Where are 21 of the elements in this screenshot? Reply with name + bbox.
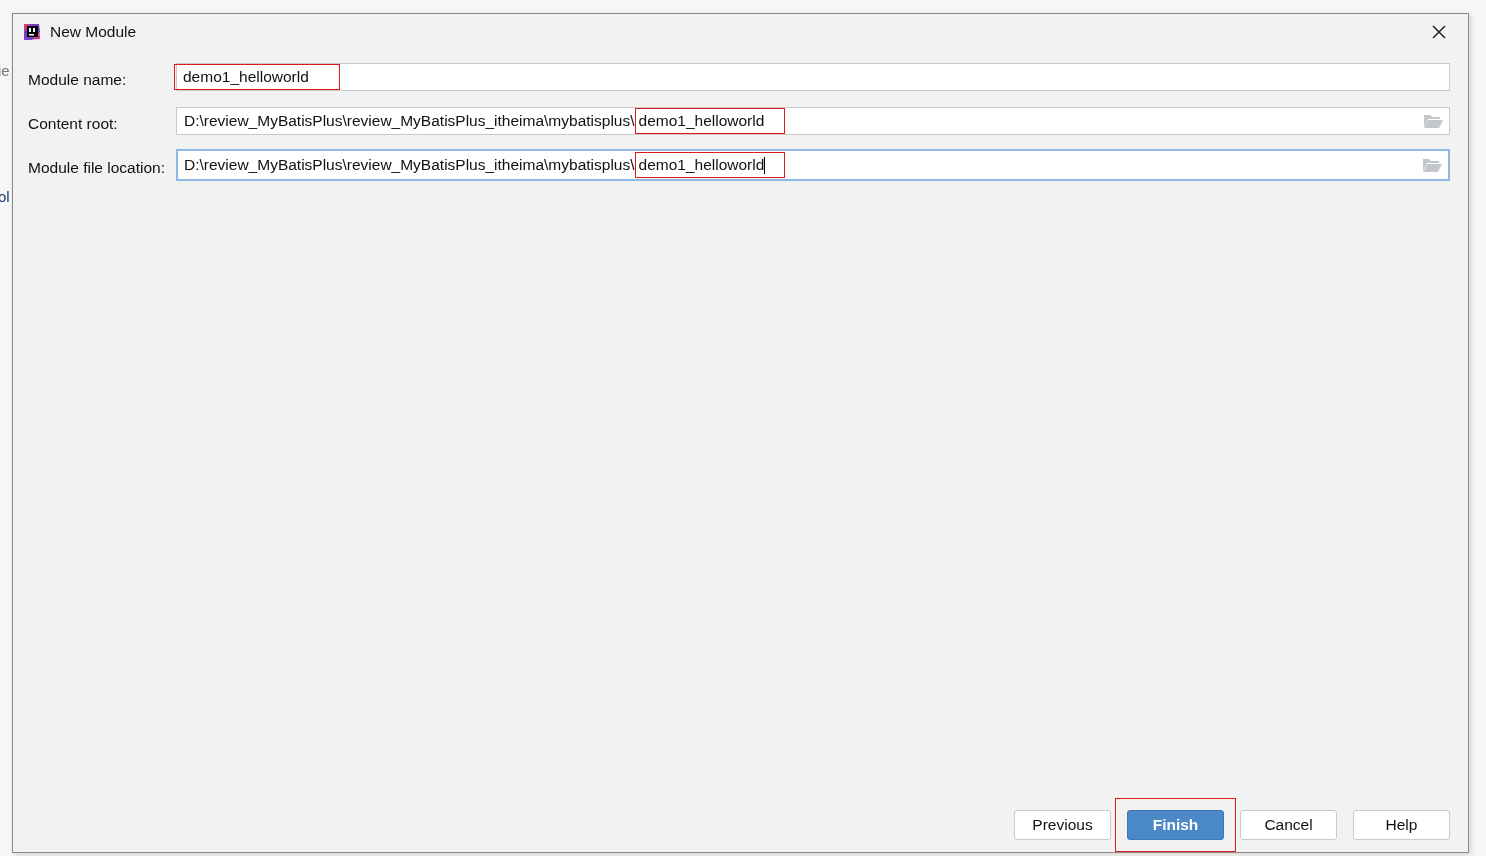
folder-icon[interactable]: [1422, 158, 1442, 172]
field-text: D:\review_MyBatisPlus\review_MyBatisPlus_itheima\mybatisplus\: [184, 112, 635, 130]
field-label: Module file location:: [28, 158, 166, 177]
input-field[interactable]: D:\review_MyBatisPlus\review_MyBatisPlus_itheima\mybatisplus\ demo1_helloworld: [176, 149, 1450, 181]
close-icon[interactable]: [1432, 25, 1446, 39]
dialog-button[interactable]: Previous: [1014, 810, 1111, 840]
field-text: demo1_helloworld: [175, 65, 339, 89]
app-logo-icon: [22, 22, 42, 42]
folder-icon[interactable]: [1423, 114, 1443, 128]
dialog-button[interactable]: Cancel: [1240, 810, 1337, 840]
input-field[interactable]: D:\review_MyBatisPlus\review_MyBatisPlus_itheima\mybatisplus\ demo1_helloworld: [176, 107, 1450, 135]
dialog-button[interactable]: Finish: [1127, 810, 1224, 840]
field-label: Content root:: [28, 114, 119, 133]
window-title: New Module: [50, 23, 138, 41]
input-field[interactable]: demo1_helloworld: [176, 63, 1450, 91]
field-label: Module name:: [28, 70, 128, 89]
text-caret: [764, 156, 766, 174]
field-text: D:\review_MyBatisPlus\review_MyBatisPlus_itheima\mybatisplus\: [184, 156, 635, 174]
dialog-button[interactable]: Help: [1353, 810, 1450, 840]
field-text: demo1_helloworld: [635, 153, 785, 177]
field-text: demo1_helloworld: [635, 109, 785, 133]
